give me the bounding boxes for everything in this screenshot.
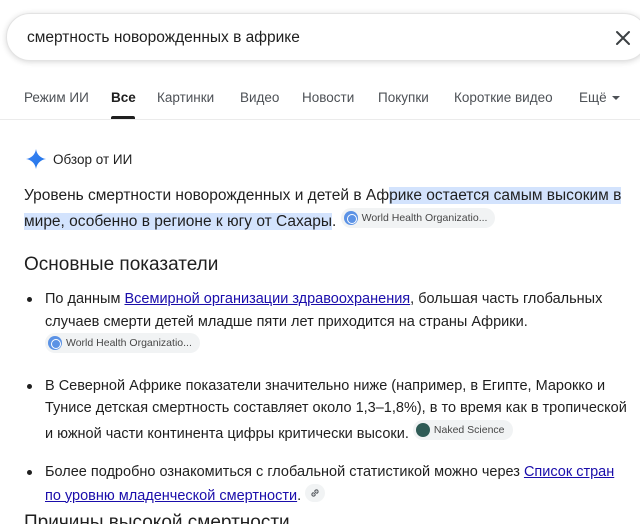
source-chip[interactable]: World Health Organizatio... <box>340 208 496 228</box>
chevron-down-icon <box>611 95 620 100</box>
summary-period: . <box>331 213 337 230</box>
tab-ai-mode[interactable]: Режим ИИ <box>24 90 89 105</box>
naked-science-logo-icon <box>415 422 430 437</box>
next-section-title: Причины высокой смертности <box>24 512 290 524</box>
ai-overview-summary: Уровень смертности новорожденных и детей… <box>24 184 628 234</box>
ai-overview-header: Обзор от ИИ <box>26 148 132 170</box>
close-icon[interactable] <box>611 26 635 50</box>
bullet-text: . <box>297 487 302 504</box>
list-item: В Северной Африке показатели значительно… <box>24 375 634 446</box>
tab-images[interactable]: Картинки <box>157 90 214 105</box>
tab-all[interactable]: Все <box>111 90 136 105</box>
source-chip-label: World Health Organizatio... <box>66 337 192 349</box>
bullet-text: Более подробно ознакомиться с глобальной… <box>45 464 524 480</box>
tab-news[interactable]: Новости <box>302 90 354 105</box>
list-item: Более подробно ознакомиться с глобальной… <box>24 461 634 507</box>
source-chip[interactable]: Naked Science <box>412 419 513 440</box>
search-input[interactable]: смертность новорожденных в африке <box>27 29 300 47</box>
ai-overview-label: Обзор от ИИ <box>53 151 133 167</box>
summary-text: Уровень смертности новорожденных и детей… <box>24 187 390 204</box>
search-results-page: смертность новорожденных в африке Режим … <box>0 0 640 524</box>
source-chip[interactable]: World Health Organizatio... <box>45 333 200 353</box>
tab-more[interactable]: Ещё <box>579 90 621 105</box>
bullet-text: По данным <box>45 291 125 307</box>
who-logo-icon <box>343 211 358 225</box>
section-title: Основные показатели <box>24 254 219 275</box>
active-tab-indicator <box>111 116 135 119</box>
who-link[interactable]: Всемирной организации здравоохранения <box>124 291 410 307</box>
search-box[interactable]: смертность новорожденных в африке <box>6 13 640 61</box>
source-chip-label: World Health Organizatio... <box>361 212 488 224</box>
tab-more-label: Ещё <box>579 90 607 105</box>
search-tabs: Режим ИИ Все Картинки Видео Новости Поку… <box>0 76 640 120</box>
who-logo-icon <box>48 336 62 350</box>
list-item: По данным Всемирной организации здравоох… <box>24 288 634 359</box>
gemini-spark-icon <box>26 149 46 169</box>
tab-videos[interactable]: Видео <box>240 90 279 105</box>
link-icon[interactable] <box>305 483 326 502</box>
tab-shopping[interactable]: Покупки <box>378 90 429 105</box>
key-points-list: По данным Всемирной организации здравоох… <box>24 288 634 523</box>
bullet-text: В Северной Африке показатели значительно… <box>45 377 627 442</box>
source-chip-label: Naked Science <box>433 423 505 436</box>
tab-short-videos[interactable]: Короткие видео <box>454 90 553 105</box>
